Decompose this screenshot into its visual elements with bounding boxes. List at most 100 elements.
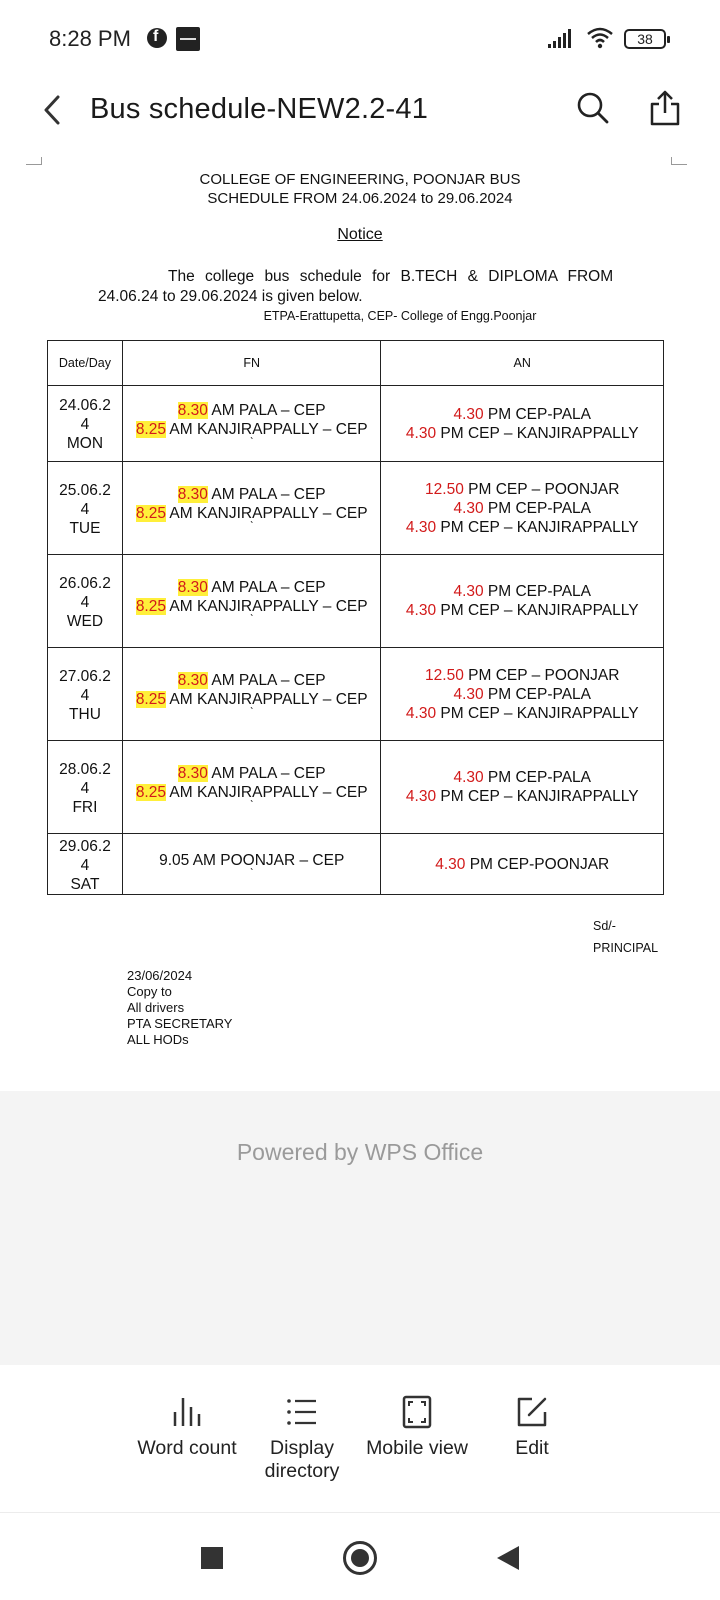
trip-time: 4.30 (453, 405, 484, 423)
date-cell: 24.06.2 4 MON (47, 385, 123, 462)
system-nav-bar (0, 1513, 720, 1600)
tick-mark: ˋ (249, 519, 254, 533)
trip-time: 8.25 (135, 691, 166, 708)
tick-mark: ˋ (249, 865, 254, 880)
trip-route: PM CEP – KANJIRAPPALLY (436, 602, 639, 619)
edit-button[interactable]: Edit (467, 1395, 597, 1460)
trip-time: 4.30 (453, 583, 484, 600)
trip-line: 4.30 PM CEP – KANJIRAPPALLY (381, 704, 663, 723)
trip-line: 4.30 PM CEP – KANJIRAPPALLY (381, 424, 663, 443)
trip-line: 8.30 AM PALA – CEP (123, 485, 381, 504)
trip-time: 4.30 (453, 685, 484, 703)
date-part: 4 (80, 500, 90, 518)
trip-time: 4.30 (405, 518, 437, 536)
trip-route: AM KANJIRAPPALLY – CEP (165, 784, 368, 801)
table-row: 29.06.2 4 SAT 9.05 AM POONJAR – CEP ˋ 4.… (47, 833, 664, 895)
date-part: 4 (80, 416, 90, 433)
list-icon (287, 1399, 316, 1425)
day-label: FRI (72, 798, 98, 816)
word-count-button[interactable]: Word count (122, 1395, 252, 1460)
copy-to-label: Copy to (127, 984, 172, 999)
trip-route: AM KANJIRAPPALLY – CEP (165, 420, 368, 438)
status-time: 8:28 PM (49, 26, 131, 51)
principal-label: PRINCIPAL (593, 941, 659, 955)
display-directory-label-line2: directory (264, 1460, 340, 1482)
trip-time: 12.50 (425, 480, 464, 498)
trip-time: 8.30 (177, 401, 208, 419)
trip-route: PM CEP-PALA (483, 769, 592, 786)
trip-route: PM CEP-PALA (483, 685, 592, 703)
date-cell: 27.06.2 4 THU (47, 647, 123, 741)
fn-cell: 9.05 AM POONJAR – CEP ˋ (121, 833, 382, 895)
nav-back-icon[interactable] (497, 1546, 519, 1570)
share-icon[interactable] (648, 88, 682, 128)
bottom-toolbar: Word count Display directory Mobile view (0, 1365, 720, 1513)
trip-time: 12.50 (425, 666, 464, 684)
table-header-row: Date/Day FN AN (47, 340, 664, 386)
powered-by-area: Powered by WPS Office (0, 1091, 720, 1365)
table-row: 28.06.2 4 FRI 8.30 AM PALA – CEP 8.25 AM… (47, 740, 664, 834)
fn-cell: 8.30 AM PALA – CEP 8.25 AM KANJIRAPPALLY… (121, 554, 382, 648)
facebook-icon (147, 28, 167, 48)
date-cell: 28.06.2 4 FRI (47, 740, 123, 834)
date-cell: 26.06.2 4 WED (47, 554, 123, 648)
recent-apps-icon[interactable] (201, 1547, 223, 1569)
tick-mark: ˋ (249, 705, 254, 719)
trip-route: PM CEP – POONJAR (463, 480, 620, 498)
recipient-hods: ALL HODs (127, 1032, 189, 1047)
signature-block: Sd/- PRINCIPAL (593, 915, 658, 959)
trip-route: AM PALA – CEP (207, 765, 326, 782)
day-label: THU (69, 705, 101, 723)
trip-line: 4.30 PM CEP-PALA (381, 405, 663, 424)
date-part: 4 (80, 779, 90, 797)
recipient-pta: PTA SECRETARY (127, 1016, 233, 1031)
document-page: COLLEGE OF ENGINEERING, POONJAR BUS SCHE… (0, 160, 720, 1090)
trip-route: AM PALA – CEP (207, 579, 326, 596)
trip-line: 8.30 AM PALA – CEP (123, 764, 381, 783)
trip-line: 8.30 AM PALA – CEP (123, 671, 381, 690)
an-cell: 12.50 PM CEP – POONJAR 4.30 PM CEP-PALA … (380, 647, 664, 741)
trip-route: PM CEP – KANJIRAPPALLY (436, 518, 639, 536)
fn-cell: 8.30 AM PALA – CEP 8.25 AM KANJIRAPPALLY… (121, 740, 382, 834)
trip-line: 4.30 PM CEP-POONJAR (381, 855, 663, 874)
title-bar: Bus schedule-NEW2.2-41 (0, 80, 720, 142)
date-part: 25.06.2 (59, 481, 111, 499)
an-cell: 4.30 PM CEP-PALA 4.30 PM CEP – KANJIRAPP… (380, 385, 664, 462)
trip-route: PM CEP – KANJIRAPPALLY (436, 704, 639, 722)
trip-route: PM CEP – KANJIRAPPALLY (436, 424, 639, 442)
trip-line: 4.30 PM CEP – KANJIRAPPALLY (381, 601, 663, 620)
tick-mark: ˋ (249, 434, 254, 449)
abbreviation-legend: ETPA-Erattupetta, CEP- College of Engg.P… (263, 309, 537, 323)
display-directory-button[interactable]: Display directory (237, 1395, 367, 1483)
document-title: Bus schedule-NEW2.2-41 (90, 93, 429, 125)
trip-line: 4.30 PM CEP-PALA (381, 582, 663, 601)
paragraph-line-2: 24.06.24 to 29.06.2024 is given below. (98, 288, 363, 305)
trip-time: 4.30 (405, 424, 437, 442)
trip-time: 4.30 (405, 602, 437, 619)
table-row: 27.06.2 4 THU 8.30 AM PALA – CEP 8.25 AM… (47, 647, 664, 741)
zomato-icon (176, 27, 200, 51)
trip-line: 12.50 PM CEP – POONJAR (381, 666, 663, 685)
date-cell: 29.06.2 4 SAT (47, 833, 123, 895)
back-icon[interactable] (38, 92, 68, 128)
trip-route: AM PALA – CEP (207, 486, 326, 503)
mobile-view-button[interactable]: Mobile view (352, 1395, 482, 1460)
trip-time: 8.25 (135, 505, 166, 522)
fn-cell: 8.30 AM PALA – CEP 8.25 AM KANJIRAPPALLY… (121, 461, 382, 555)
trip-route: PM CEP-POONJAR (465, 855, 610, 873)
trip-route: AM PALA – CEP (207, 672, 326, 689)
powered-by-text: Powered by WPS Office (236, 1139, 484, 1165)
trip-time: 4.30 (453, 499, 484, 517)
date-part: 24.06.2 (59, 397, 111, 414)
header-fn: FN (121, 340, 382, 386)
trip-line: 12.50 PM CEP – POONJAR (381, 480, 663, 499)
trip-line: 4.30 PM CEP – KANJIRAPPALLY (381, 518, 663, 537)
search-icon[interactable] (575, 90, 611, 126)
table-row: 26.06.2 4 WED 8.30 AM PALA – CEP 8.25 AM… (47, 554, 664, 648)
signal-icon (548, 29, 571, 48)
home-icon[interactable] (343, 1541, 377, 1575)
wifi-icon (587, 27, 613, 49)
word-count-label: Word count (137, 1437, 237, 1459)
trip-line: 4.30 PM CEP-PALA (381, 499, 663, 518)
trip-route: PM CEP – POONJAR (463, 666, 620, 684)
